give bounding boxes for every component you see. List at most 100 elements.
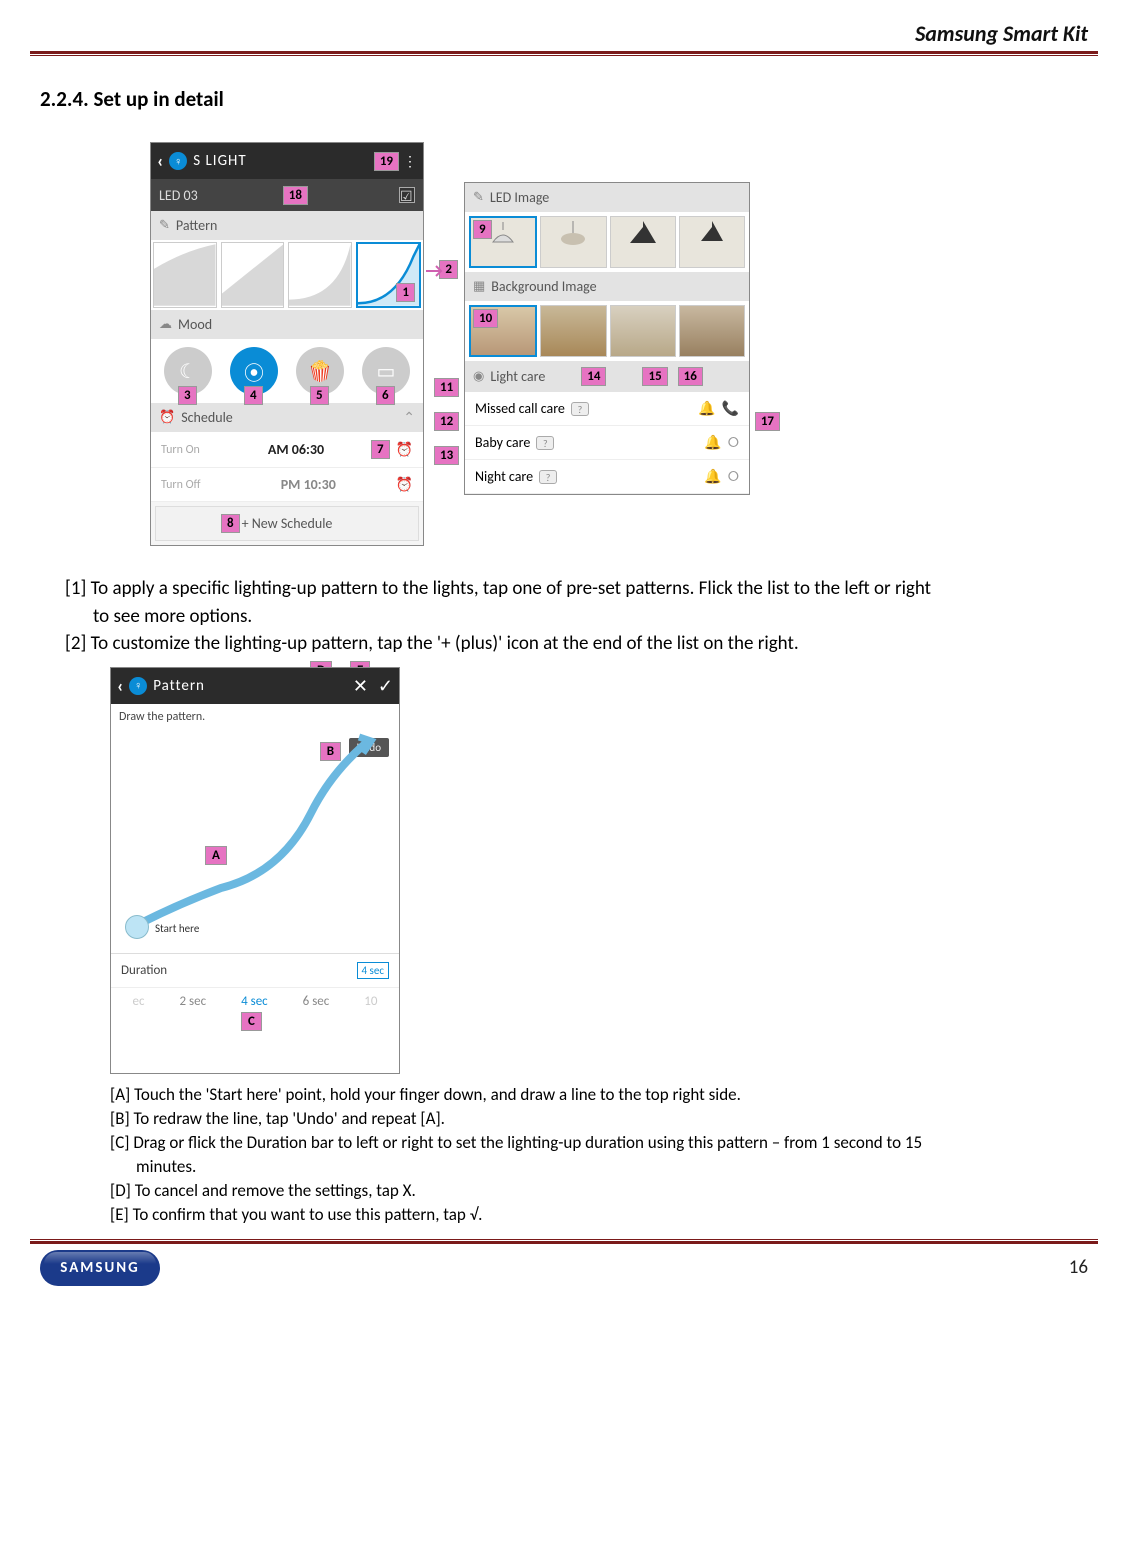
back-icon[interactable]: ‹ — [117, 675, 123, 697]
desc-1-line1: [1] To apply a specific lighting-up patt… — [65, 576, 1088, 602]
dur-opt: 4 sec — [241, 994, 268, 1009]
doc-header-title: Samsung Smart Kit — [30, 20, 1098, 51]
turn-off-time: PM 10:30 — [221, 476, 396, 493]
callout-11: 11 — [434, 378, 459, 397]
phone3-title: Pattern — [153, 677, 353, 695]
turn-on-label: Turn On — [161, 443, 221, 457]
callout-18: 18 — [283, 186, 308, 205]
light-care-label: Light care — [490, 368, 545, 385]
bg-image-label: Background Image — [491, 278, 596, 295]
callout-C: C — [241, 1012, 262, 1031]
callout-15: 15 — [642, 367, 667, 386]
draw-area[interactable]: Draw the pattern. Undo B A Start here — [111, 704, 399, 954]
phone1-title: S LIGHT — [193, 152, 374, 170]
duration-selected: 4 sec — [357, 962, 390, 979]
help-icon[interactable]: ? — [536, 436, 554, 450]
pattern-tiles[interactable]: 1 — [151, 240, 423, 310]
bell-icon: 🔔 — [704, 434, 721, 451]
phone-screenshot-3: ‹ ♀ Pattern ✕ ✓ Draw the pattern. Undo B… — [110, 667, 400, 1074]
callout-8: 8 — [221, 514, 240, 533]
led-image-icon: ✎ — [473, 190, 484, 205]
baby-care-row[interactable]: Baby care ? 🔔 ⭘ — [465, 426, 749, 460]
desc-B: [B] To redraw the line, tap 'Undo' and r… — [110, 1108, 1088, 1131]
desc-C: [C] Drag or flick the Duration bar to le… — [110, 1132, 1088, 1155]
phone-screenshot-1: ‹ ♀ S LIGHT 19 ⋮ LED 03 18 ☑ ✎Pattern — [150, 142, 424, 546]
callout-3: 3 — [178, 386, 197, 405]
led-label: LED 03 — [159, 187, 198, 204]
callout-7: 7 — [371, 440, 390, 459]
mood-section-icon: ☁ — [159, 317, 172, 332]
pattern-label: Pattern — [176, 217, 217, 234]
dur-opt: 6 sec — [303, 994, 330, 1009]
samsung-logo: SAMSUNG — [40, 1250, 160, 1286]
callout-5: 5 — [310, 386, 329, 405]
schedule-label: Schedule — [181, 409, 233, 426]
start-label: Start here — [155, 922, 199, 935]
callout-19: 19 — [374, 152, 399, 171]
check-icon[interactable]: ✓ — [378, 675, 393, 697]
description-1: [1] To apply a specific lighting-up patt… — [65, 576, 1088, 657]
night-care-row[interactable]: Night care ? 🔔 ⭘ — [465, 460, 749, 494]
callout-6: 6 — [376, 386, 395, 405]
callout-16: 16 — [678, 367, 703, 386]
mood-label: Mood — [178, 316, 212, 333]
turn-off-label: Turn Off — [161, 478, 221, 492]
bg-image-icon: ▦ — [473, 279, 485, 294]
help-icon[interactable]: ? — [571, 402, 589, 416]
turn-on-time: AM 06:30 — [221, 441, 371, 458]
drawn-curve — [131, 733, 381, 933]
description-2: [A] Touch the 'Start here' point, hold y… — [110, 1084, 1088, 1227]
callout-A: A — [205, 846, 227, 865]
led-image-row[interactable]: 9 — [465, 212, 749, 272]
schedule-off-row[interactable]: Turn Off PM 10:30 ⏰ — [151, 468, 423, 502]
callout-17: 17 — [755, 412, 780, 431]
phone-screenshot-2: ✎ LED Image 9 ▦ Background Image 10 ◉ Light… — [464, 182, 750, 495]
schedule-section-icon: ⏰ — [159, 410, 175, 425]
alarm-off-icon[interactable]: ⏰ — [396, 476, 413, 493]
header-rule — [30, 51, 1098, 56]
help-icon[interactable]: ? — [539, 470, 557, 484]
callout-12: 12 — [434, 412, 459, 431]
dur-opt: 2 sec — [179, 994, 206, 1009]
checkbox-icon[interactable]: ☑ — [399, 187, 415, 203]
desc-Cb: minutes. — [110, 1156, 1088, 1179]
bg-image-row[interactable]: 10 — [465, 301, 749, 361]
bell-icon: 🔔 — [698, 400, 715, 417]
close-icon[interactable]: ✕ — [353, 675, 368, 697]
light-care-icon: ◉ — [473, 369, 484, 384]
desc-1-line2: [2] To customize the lighting-up pattern… — [65, 631, 1088, 657]
power-icon[interactable]: ⭘ — [728, 434, 739, 451]
power-icon[interactable]: ⭘ — [728, 468, 739, 485]
phone-icon: 📞 — [722, 400, 739, 417]
mood-row: ☾3 ⦿4 🍿5 ▭6 — [151, 339, 423, 403]
desc-E: [E] To confirm that you want to use this… — [110, 1204, 1088, 1227]
alarm-on-icon[interactable]: ⏰ — [396, 441, 413, 458]
page-number: 16 — [1069, 1256, 1088, 1279]
figures-row: ‹ ♀ S LIGHT 19 ⋮ LED 03 18 ☑ ✎Pattern — [150, 142, 1098, 546]
duration-label: Duration — [121, 963, 167, 978]
dur-opt: 10 — [364, 994, 377, 1009]
led-image-label: LED Image — [490, 189, 549, 206]
desc-D: [D] To cancel and remove the settings, t… — [110, 1180, 1088, 1203]
schedule-on-row[interactable]: Turn On AM 06:30 7 ⏰ — [151, 432, 423, 468]
start-point[interactable] — [125, 915, 149, 939]
bell-icon: 🔔 — [704, 468, 721, 485]
section-heading: 2.2.4. Set up in detail — [40, 86, 1098, 112]
back-icon[interactable]: ‹ — [157, 150, 163, 172]
baby-label: Baby care — [475, 434, 530, 451]
callout-10: 10 — [473, 309, 498, 328]
arrow-icon — [426, 264, 444, 278]
pattern-section-icon: ✎ — [159, 218, 170, 233]
desc-1-line1b: to see more options. — [65, 604, 1088, 630]
desc-A: [A] Touch the 'Start here' point, hold y… — [110, 1084, 1088, 1107]
callout-14: 14 — [581, 367, 606, 386]
menu-icon[interactable]: ⋮ — [403, 153, 417, 170]
bulb-icon: ♀ — [169, 152, 187, 170]
night-label: Night care — [475, 468, 533, 485]
new-schedule-button[interactable]: + New Schedule — [155, 506, 419, 541]
chevron-up-icon[interactable]: ⌃ — [403, 409, 415, 426]
callout-13: 13 — [434, 446, 459, 465]
missed-call-row[interactable]: Missed call care ? 🔔 📞 — [465, 392, 749, 426]
draw-instruction: Draw the pattern. — [119, 710, 205, 724]
callout-4: 4 — [244, 386, 263, 405]
